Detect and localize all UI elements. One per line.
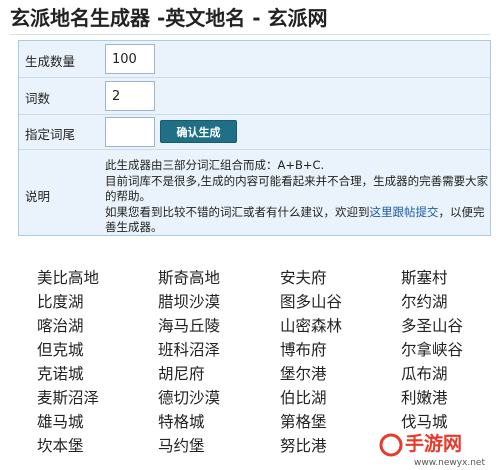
place-name: 喀治湖 [37,317,84,335]
place-name: 坎本堡 [37,437,84,455]
suffix-input[interactable] [105,117,155,147]
count-row: 生成数量 [19,41,490,78]
place-name: 多圣山谷 [401,317,464,335]
place-name: 努比港 [280,437,327,455]
place-name: 胡尼府 [158,365,205,383]
place-name: 腊坝沙漠 [158,293,221,311]
watermark-brand: 手游网 [405,432,462,455]
place-name: 利嫩港 [401,389,448,407]
place-name: 克诺城 [37,365,84,383]
words-input[interactable] [105,81,155,111]
title-divider [10,34,490,35]
place-name: 班科沼泽 [158,341,221,359]
place-name: 美比高地 [37,269,100,287]
place-name: 安夫府 [280,269,327,287]
place-name: 山密森林 [280,317,343,335]
confirm-generate-button[interactable]: 确认生成 [160,120,237,143]
note-line-3: 如果您看到比较不错的词汇或者有什么建议，欢迎到这里跟帖提交，以便完善生成器。 [105,205,489,236]
note-line-1: 此生成器由三部分词汇组合而成：A+B+C. [105,158,325,172]
place-name: 斯奇高地 [158,269,221,287]
place-name: 堡尔港 [280,365,327,383]
words-label: 词数 [25,91,51,106]
site-watermark: 手游网 www.newyx.net [379,432,485,468]
place-name: 比度湖 [37,293,84,311]
page-title: 玄派地名生成器 -英文地名 - 玄派网 [10,6,328,30]
place-name: 马约堡 [158,437,205,455]
count-input[interactable] [105,44,155,74]
note-label: 说明 [25,189,51,204]
count-label: 生成数量 [25,54,76,69]
place-name: 博布府 [280,341,327,359]
place-name: 瓜布湖 [401,365,448,383]
watermark-url: www.newyx.net [414,458,485,468]
place-name: 海马丘陵 [158,317,221,335]
place-name: 尔拿峡谷 [401,341,464,359]
note-text: 此生成器由三部分词汇组合而成：A+B+C. 目前词库不是很多,生成的内容可能看起… [105,158,489,236]
suffix-label: 指定词尾 [25,127,76,142]
place-name: 特格城 [158,413,205,431]
generator-form: 生成数量 词数 指定词尾 确认生成 说明 此生成器由三部分词汇组合而成：A+B+… [18,40,491,236]
note-line-2: 目前词库不是很多,生成的内容可能看起来并不合理，生成器的完善需要大家的帮助。 [105,173,489,204]
place-name: 德切沙漠 [158,389,221,407]
place-name: 斯塞村 [401,269,448,287]
suffix-row: 指定词尾 确认生成 [19,115,490,150]
note-line-3-before: 如果您看到比较不错的词汇或者有什么建议，欢迎到 [105,204,370,219]
watermark-logo-icon [379,433,403,457]
place-name: 雄马城 [37,413,84,431]
place-name: 伯比湖 [280,389,327,407]
place-name: 麦斯沼泽 [37,389,100,407]
words-row: 词数 [19,78,490,115]
place-name: 图多山谷 [280,293,343,311]
place-name: 尔约湖 [401,293,448,311]
place-name: 第格堡 [280,413,327,431]
submit-feedback-link[interactable]: 这里跟帖提交 [370,205,439,219]
note-row: 说明 此生成器由三部分词汇组合而成：A+B+C. 目前词库不是很多,生成的内容可… [19,150,490,235]
place-name: 但克城 [37,341,84,359]
